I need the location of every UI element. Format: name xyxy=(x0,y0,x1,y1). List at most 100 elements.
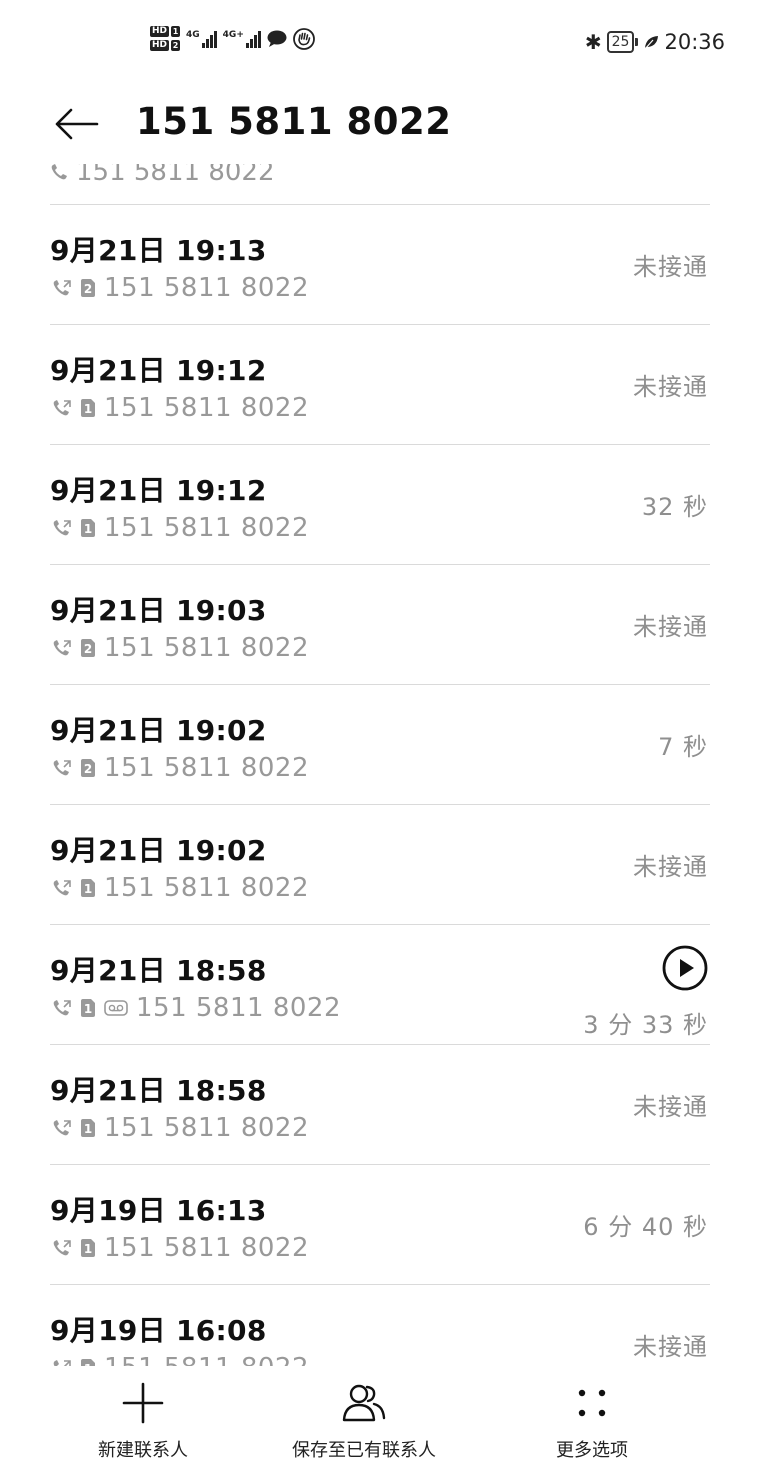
plus-icon xyxy=(122,1382,164,1424)
more-options-button[interactable]: 更多选项 xyxy=(556,1380,628,1462)
call-status: 3 分 33 秒 xyxy=(583,1011,708,1039)
hand-gesture-icon xyxy=(292,27,315,50)
outgoing-call-icon xyxy=(51,164,67,180)
call-log-item[interactable]: 9月21日 18:58 1 151 5811 8022 3 分 33 秒 xyxy=(50,925,710,1045)
call-log-item[interactable]: 9月19日 16:13 1 151 5811 8022 6 分 40 秒 xyxy=(50,1165,710,1285)
partial-list-item: 151 5811 8022 xyxy=(50,164,710,192)
svg-text:1: 1 xyxy=(84,522,92,536)
call-details: 1 151 5811 8022 xyxy=(52,873,309,903)
call-details: 2 151 5811 8022 xyxy=(52,273,309,303)
call-status: 未接通 xyxy=(633,1333,708,1361)
call-log-item[interactable]: 9月19日 16:08 1 151 5811 8022 未接通 xyxy=(50,1285,710,1366)
sim-card-icon: 1 xyxy=(81,1119,95,1137)
sim-card-icon: 2 xyxy=(81,639,95,657)
svg-text:2: 2 xyxy=(84,762,92,776)
call-details: 2 151 5811 8022 xyxy=(52,753,309,783)
call-datetime: 9月21日 19:12 xyxy=(50,354,267,387)
call-datetime: 9月19日 16:13 xyxy=(50,1194,267,1227)
call-number: 151 5811 8022 xyxy=(104,633,309,663)
call-log-list[interactable]: 151 5811 8022 9月21日 19:13 2 151 5811 802… xyxy=(0,164,759,1366)
svg-text:1: 1 xyxy=(84,1242,92,1256)
svg-text:2: 2 xyxy=(84,642,92,656)
sim-card-icon: 1 xyxy=(81,999,95,1017)
signal-label-1: 4G xyxy=(186,29,200,40)
signal-icon-sim2: 4G+ xyxy=(223,30,261,48)
clock: 20:36 xyxy=(664,30,725,54)
call-status: 未接通 xyxy=(633,613,708,641)
battery-icon: 25 xyxy=(606,31,639,53)
call-number: 151 5811 8022 xyxy=(136,993,341,1023)
new-contact-label: 新建联系人 xyxy=(98,1440,188,1461)
call-details: 1 151 5811 8022 xyxy=(52,513,309,543)
call-details: 2 151 5811 8022 xyxy=(52,633,309,663)
bottom-action-bar: 新建联系人 保存至已有联系人 更多选项 xyxy=(0,1366,759,1470)
call-status: 未接通 xyxy=(633,253,708,281)
signal-icon-sim1: 4G xyxy=(186,30,217,48)
outgoing-call-icon xyxy=(53,400,71,416)
call-status: 未接通 xyxy=(633,373,708,401)
hd-badge-2: HD xyxy=(150,40,170,51)
call-log-item[interactable]: 9月21日 19:03 2 151 5811 8022 未接通 xyxy=(50,565,710,685)
svg-text:1: 1 xyxy=(84,1122,92,1136)
play-voicemail-button[interactable] xyxy=(662,945,708,991)
call-number: 151 5811 8022 xyxy=(104,1113,309,1143)
call-number: 151 5811 8022 xyxy=(104,393,309,423)
call-details: 1 151 5811 8022 xyxy=(52,1233,309,1263)
sim-card-icon: 2 xyxy=(81,279,95,297)
back-button[interactable] xyxy=(48,102,104,146)
outgoing-call-icon xyxy=(53,760,71,776)
call-datetime: 9月21日 18:58 xyxy=(50,1074,267,1107)
call-status: 7 秒 xyxy=(658,733,708,761)
hd-indicators: HD 1 HD 2 xyxy=(150,26,181,51)
call-datetime: 9月21日 18:58 xyxy=(50,954,267,987)
save-to-existing-contact-button[interactable]: 保存至已有联系人 xyxy=(292,1380,436,1462)
sim-card-icon: 1 xyxy=(81,1239,95,1257)
call-datetime: 9月21日 19:12 xyxy=(50,474,267,507)
call-log-item[interactable]: 9月21日 19:13 2 151 5811 8022 未接通 xyxy=(50,205,710,325)
call-log-rows: 9月21日 19:13 2 151 5811 8022 未接通 9月21日 19… xyxy=(50,205,710,1366)
sim-card-icon: 1 xyxy=(81,1359,95,1366)
contacts-icon xyxy=(342,1384,386,1422)
signal-label-2: 4G+ xyxy=(222,29,244,40)
save-to-existing-label: 保存至已有联系人 xyxy=(292,1440,436,1461)
call-log-item[interactable]: 9月21日 19:12 1 151 5811 8022 未接通 xyxy=(50,325,710,445)
hd-sim-2: 2 xyxy=(171,40,181,51)
sim-card-icon: 1 xyxy=(81,399,95,417)
call-status: 未接通 xyxy=(633,1093,708,1121)
hd-sim-1: 1 xyxy=(171,26,181,37)
outgoing-call-icon xyxy=(53,520,71,536)
call-log-item[interactable]: 9月21日 19:02 2 151 5811 8022 7 秒 xyxy=(50,685,710,805)
hd-badge-1: HD xyxy=(150,26,170,37)
call-status: 未接通 xyxy=(633,853,708,881)
partial-number: 151 5811 8022 xyxy=(76,164,275,187)
sim-card-icon: 1 xyxy=(81,519,95,537)
more-dots-icon xyxy=(578,1389,606,1417)
call-datetime: 9月19日 16:08 xyxy=(50,1314,267,1347)
call-status: 6 分 40 秒 xyxy=(583,1213,708,1241)
call-details: 1 151 5811 8022 xyxy=(52,1353,309,1366)
bluetooth-icon: ✱ xyxy=(584,30,602,54)
call-number: 151 5811 8022 xyxy=(104,513,309,543)
status-bar: HD 1 HD 2 4G 4G+ ✱ 25 20:36 xyxy=(0,0,759,84)
new-contact-button[interactable]: 新建联系人 xyxy=(98,1380,188,1462)
app-header: 151 5811 8022 xyxy=(0,84,759,164)
outgoing-call-icon xyxy=(53,640,71,656)
outgoing-call-icon xyxy=(53,880,71,896)
call-log-item[interactable]: 9月21日 19:02 1 151 5811 8022 未接通 xyxy=(50,805,710,925)
svg-text:1: 1 xyxy=(84,1002,92,1016)
outgoing-call-icon xyxy=(53,1000,71,1016)
message-bubble-icon xyxy=(267,30,287,47)
call-status: 32 秒 xyxy=(641,493,708,521)
call-log-item[interactable]: 9月21日 18:58 1 151 5811 8022 未接通 xyxy=(50,1045,710,1165)
svg-text:2: 2 xyxy=(84,282,92,296)
call-details: 1 151 5811 8022 xyxy=(52,993,341,1023)
call-log-item[interactable]: 9月21日 19:12 1 151 5811 8022 32 秒 xyxy=(50,445,710,565)
outgoing-call-icon xyxy=(53,1240,71,1256)
more-options-label: 更多选项 xyxy=(556,1440,628,1461)
arrow-left-icon xyxy=(55,108,99,140)
status-right: ✱ 25 20:36 xyxy=(585,30,725,54)
battery-level: 25 xyxy=(606,31,635,53)
outgoing-call-icon xyxy=(53,280,71,296)
call-number: 151 5811 8022 xyxy=(104,273,309,303)
voicemail-icon xyxy=(104,1000,128,1016)
